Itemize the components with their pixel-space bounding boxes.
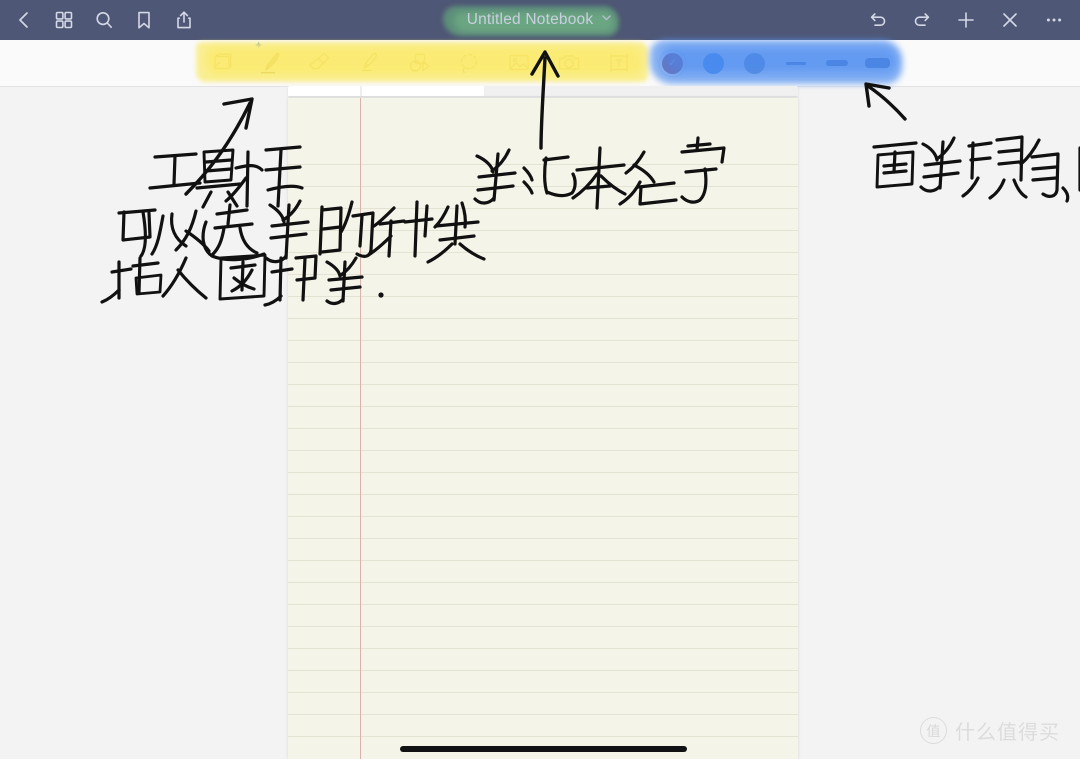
page-rule-line [288, 186, 798, 187]
page-margin-line [360, 98, 361, 759]
page-tab-2[interactable] [362, 86, 484, 96]
page-rule-line [288, 604, 798, 605]
page-rule-line [288, 252, 798, 253]
watermark: 值 什么值得买 [920, 716, 1060, 745]
page-rule-line [288, 362, 798, 363]
page-rule-line [288, 648, 798, 649]
page-rule-line [288, 450, 798, 451]
page-tab-3[interactable] [486, 86, 798, 96]
page-rule-line [288, 340, 798, 341]
page-rule-line [288, 296, 798, 297]
undo-icon[interactable] [866, 8, 890, 32]
annotation-brush-style-handwriting [872, 135, 1080, 203]
notebook-title-text: Untitled Notebook [466, 11, 594, 28]
bookmark-icon[interactable] [132, 8, 156, 32]
annotation-arrow-up-left [864, 82, 907, 121]
annotation-arrow-up-right [184, 97, 254, 196]
page-rule-line [288, 406, 798, 407]
page-rule-line [288, 692, 798, 693]
annotation-highlight-tools-inner [206, 47, 642, 75]
page-rule-line [288, 736, 798, 737]
page-rule-line [288, 538, 798, 539]
page-rule-line [288, 560, 798, 561]
page-rule-line [288, 516, 798, 517]
home-indicator-bar [400, 746, 687, 752]
annotation-highlight-style-inner [662, 46, 898, 74]
back-icon[interactable] [12, 8, 36, 32]
add-icon[interactable] [954, 8, 978, 32]
page-tab-strip[interactable] [288, 86, 798, 96]
notebook-page-canvas[interactable] [288, 98, 798, 759]
page-rule-line [288, 494, 798, 495]
redo-icon[interactable] [910, 8, 934, 32]
page-rule-line [288, 626, 798, 627]
page-rule-line [288, 582, 798, 583]
more-icon[interactable] [1042, 8, 1066, 32]
chevron-down-icon [600, 11, 613, 29]
page-rule-line [288, 208, 798, 209]
topbar-right-group [866, 0, 1066, 40]
close-icon[interactable] [998, 8, 1022, 32]
grid-icon[interactable] [52, 8, 76, 32]
page-rule-line [288, 428, 798, 429]
notebook-title-button[interactable]: Untitled Notebook [442, 6, 624, 36]
page-rule-line [288, 164, 798, 165]
topbar-left-group [0, 8, 196, 32]
annotation-toolbar-handwriting [148, 145, 304, 209]
watermark-text: 什么值得买 [955, 722, 1060, 744]
top-navigation-bar: Untitled Notebook [0, 0, 1080, 40]
page-rule-line [288, 230, 798, 231]
page-tab-1[interactable] [288, 86, 360, 96]
notebook-app-window: Untitled Notebook 值 什么值得买 [0, 0, 1080, 759]
page-rule-line [288, 472, 798, 473]
search-icon[interactable] [92, 8, 116, 32]
page-rule-line [288, 670, 798, 671]
share-icon[interactable] [172, 8, 196, 32]
page-rule-line [288, 714, 798, 715]
page-rule-line [288, 274, 798, 275]
page-rule-line [288, 318, 798, 319]
watermark-badge: 值 [920, 717, 947, 744]
page-rule-line [288, 384, 798, 385]
